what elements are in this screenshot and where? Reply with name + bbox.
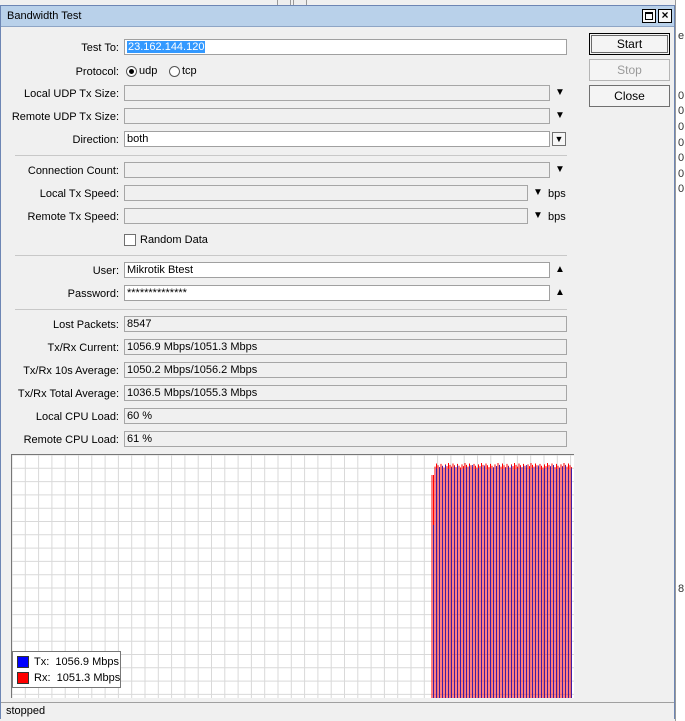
txrx-total-average-value: 1036.5 Mbps/1055.3 Mbps bbox=[124, 385, 567, 401]
window-title: Bandwidth Test bbox=[7, 10, 82, 22]
protocol-tcp-label[interactable]: tcp bbox=[182, 65, 197, 77]
dropdown-arrow-icon[interactable]: ▼ bbox=[553, 86, 567, 100]
protocol-tcp-radio[interactable] bbox=[169, 66, 180, 77]
local-udp-tx-size-label: Local UDP Tx Size: bbox=[24, 88, 119, 100]
protocol-row: Protocol: udp tcp bbox=[1, 63, 581, 81]
start-button[interactable]: Start bbox=[589, 33, 670, 55]
background-text: 0 bbox=[678, 105, 685, 117]
graph-legend: Tx: 1056.9 Mbps Rx: 1051.3 Mbps bbox=[12, 651, 121, 688]
random-data-row: Random Data bbox=[1, 232, 581, 250]
local-cpu-load-value: 60 % bbox=[124, 408, 567, 424]
random-data-checkbox[interactable] bbox=[124, 234, 136, 246]
txrx-current-value: 1056.9 Mbps/1051.3 Mbps bbox=[124, 339, 567, 355]
test-to-input[interactable]: 23.162.144.120 bbox=[124, 39, 567, 55]
txrx-10s-average-row: Tx/Rx 10s Average: 1050.2 Mbps/1056.2 Mb… bbox=[1, 362, 581, 380]
password-input[interactable]: ************** bbox=[124, 285, 550, 301]
collapse-arrow-icon[interactable]: ▲ bbox=[553, 263, 567, 277]
txrx-10s-average-label: Tx/Rx 10s Average: bbox=[23, 365, 119, 377]
txrx-current-label: Tx/Rx Current: bbox=[47, 342, 119, 354]
remote-udp-tx-size-row: Remote UDP Tx Size: ▼ bbox=[1, 108, 581, 126]
test-to-label: Test To: bbox=[81, 42, 119, 54]
background-text: e bbox=[678, 30, 685, 42]
direction-select[interactable]: both bbox=[124, 131, 550, 147]
background-window: e 0 0 0 0 0 0 0 8 bbox=[675, 0, 685, 721]
remote-udp-tx-size-label: Remote UDP Tx Size: bbox=[11, 111, 119, 123]
direction-dropdown-icon[interactable]: ▼ bbox=[552, 132, 566, 146]
password-label: Password: bbox=[67, 288, 119, 300]
local-cpu-load-row: Local CPU Load: 60 % bbox=[1, 408, 581, 426]
dropdown-arrow-icon[interactable]: ▼ bbox=[531, 209, 545, 223]
status-text: stopped bbox=[6, 705, 46, 717]
txrx-total-average-row: Tx/Rx Total Average: 1036.5 Mbps/1055.3 … bbox=[1, 385, 581, 403]
remote-udp-tx-size-input[interactable] bbox=[124, 108, 550, 124]
remote-tx-speed-label: Remote Tx Speed: bbox=[27, 211, 119, 223]
user-row: User: Mikrotik Btest ▲ bbox=[1, 262, 581, 280]
tx-color-swatch bbox=[17, 656, 29, 668]
connection-count-label: Connection Count: bbox=[27, 165, 119, 177]
direction-row: Direction: both ▼ bbox=[1, 131, 581, 149]
connection-count-row: Connection Count: ▼ bbox=[1, 162, 581, 180]
remote-cpu-load-row: Remote CPU Load: 61 % bbox=[1, 431, 581, 449]
remote-tx-speed-input[interactable] bbox=[124, 208, 528, 224]
background-text: 0 bbox=[678, 152, 685, 164]
background-text: 0 bbox=[678, 121, 685, 133]
remote-tx-speed-unit: bps bbox=[548, 211, 566, 223]
random-data-label[interactable]: Random Data bbox=[140, 234, 208, 246]
rx-color-swatch bbox=[17, 672, 29, 684]
collapse-arrow-icon[interactable]: ▲ bbox=[553, 286, 567, 300]
local-tx-speed-unit: bps bbox=[548, 188, 566, 200]
legend-tx-text: Tx: 1056.9 Mbps bbox=[34, 656, 120, 668]
background-text: 0 bbox=[678, 183, 685, 195]
local-udp-tx-size-input[interactable] bbox=[124, 85, 550, 101]
background-text: 0 bbox=[678, 137, 685, 149]
remote-tx-speed-row: Remote Tx Speed: ▼ bps bbox=[1, 208, 581, 226]
status-bar: stopped bbox=[1, 702, 674, 719]
local-tx-speed-row: Local Tx Speed: ▼ bps bbox=[1, 185, 581, 203]
local-tx-speed-input[interactable] bbox=[124, 185, 528, 201]
background-text: 0 bbox=[678, 90, 685, 102]
separator bbox=[15, 309, 567, 310]
background-text: 8 bbox=[678, 583, 685, 595]
password-row: Password: ************** ▲ bbox=[1, 285, 581, 303]
stop-button[interactable]: Stop bbox=[589, 59, 670, 81]
txrx-current-row: Tx/Rx Current: 1056.9 Mbps/1051.3 Mbps bbox=[1, 339, 581, 357]
lost-packets-label: Lost Packets: bbox=[52, 319, 119, 331]
bandwidth-test-window: Bandwidth Test × Test To: 23.162.144.120… bbox=[0, 5, 675, 719]
test-to-value: 23.162.144.120 bbox=[127, 41, 206, 53]
close-icon[interactable]: × bbox=[658, 9, 672, 23]
dropdown-arrow-icon[interactable]: ▼ bbox=[531, 186, 545, 200]
local-udp-tx-size-row: Local UDP Tx Size: ▼ bbox=[1, 85, 581, 103]
background-text: 0 bbox=[678, 168, 685, 180]
connection-count-input[interactable] bbox=[124, 162, 550, 178]
protocol-label: Protocol: bbox=[75, 66, 119, 78]
local-tx-speed-label: Local Tx Speed: bbox=[39, 188, 119, 200]
dropdown-arrow-icon[interactable]: ▼ bbox=[553, 163, 567, 177]
lost-packets-value: 8547 bbox=[124, 316, 567, 332]
txrx-total-average-label: Tx/Rx Total Average: bbox=[17, 388, 119, 400]
direction-label: Direction: bbox=[72, 134, 119, 146]
test-to-row: Test To: 23.162.144.120 bbox=[1, 39, 581, 57]
title-bar[interactable]: Bandwidth Test × bbox=[1, 6, 674, 27]
remote-cpu-load-value: 61 % bbox=[124, 431, 567, 447]
separator bbox=[15, 255, 567, 256]
remote-cpu-load-label: Remote CPU Load: bbox=[23, 434, 119, 446]
protocol-udp-label[interactable]: udp bbox=[139, 65, 157, 77]
user-input[interactable]: Mikrotik Btest bbox=[124, 262, 550, 278]
separator bbox=[15, 155, 567, 156]
maximize-icon[interactable] bbox=[642, 9, 656, 23]
user-label: User: bbox=[92, 265, 119, 277]
protocol-udp-radio[interactable] bbox=[126, 66, 137, 77]
local-cpu-load-label: Local CPU Load: bbox=[35, 411, 119, 423]
close-button[interactable]: Close bbox=[589, 85, 670, 107]
lost-packets-row: Lost Packets: 8547 bbox=[1, 316, 581, 334]
txrx-10s-average-value: 1050.2 Mbps/1056.2 Mbps bbox=[124, 362, 567, 378]
dropdown-arrow-icon[interactable]: ▼ bbox=[553, 109, 567, 123]
legend-rx-text: Rx: 1051.3 Mbps bbox=[34, 672, 121, 684]
